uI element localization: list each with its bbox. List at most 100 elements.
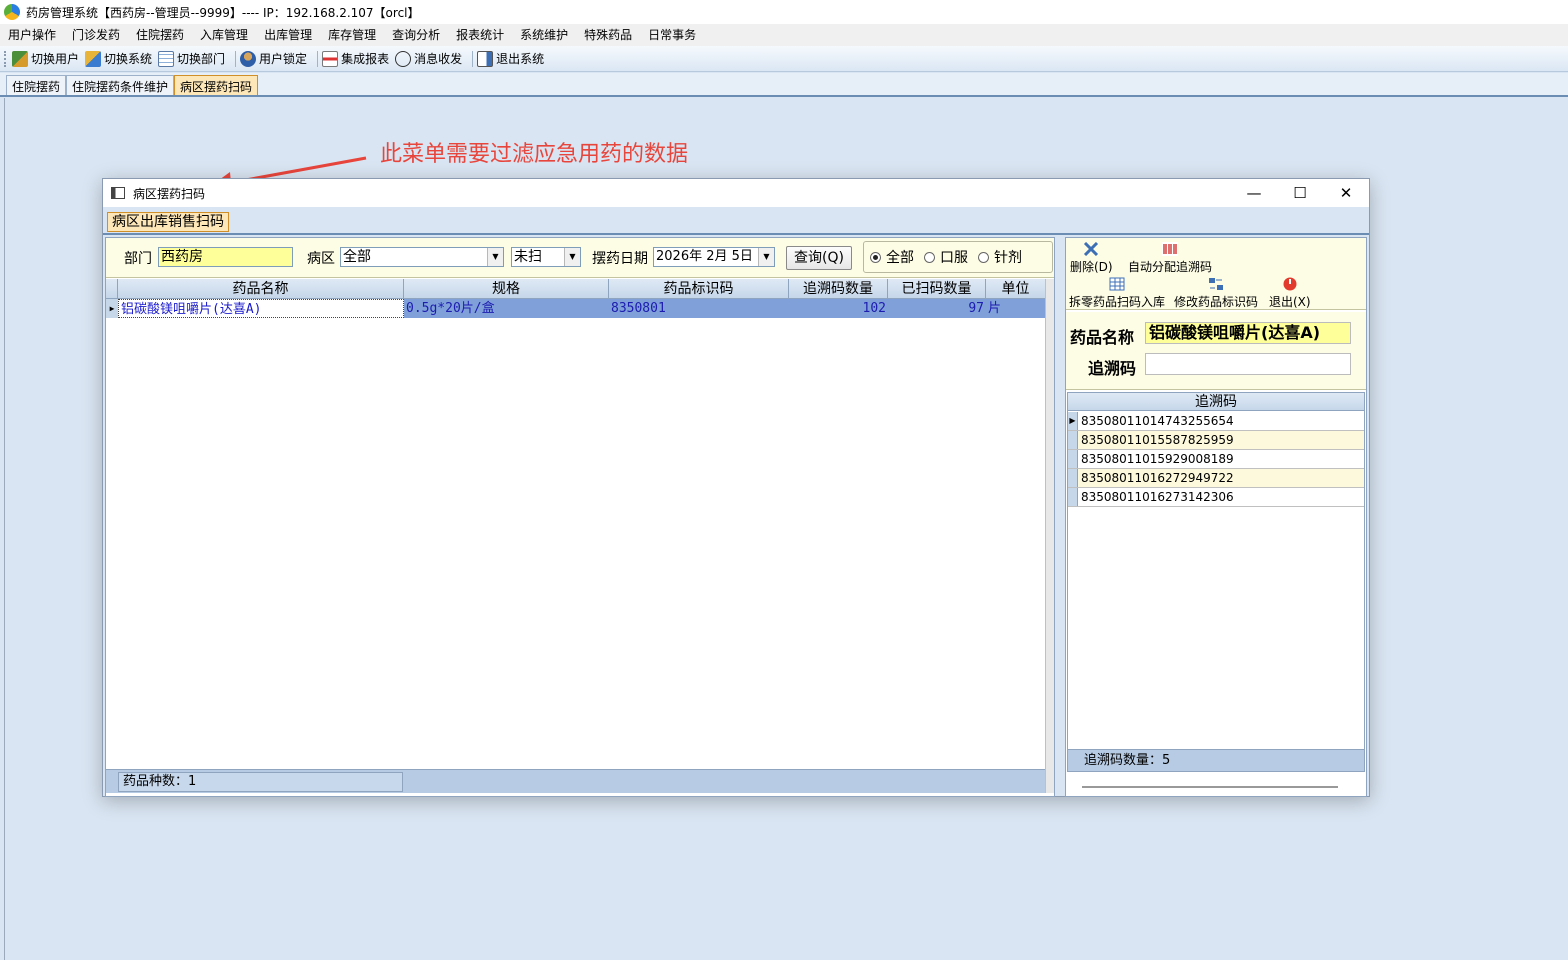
toolbar-separator xyxy=(317,50,319,67)
radio-injection[interactable]: 针剂 xyxy=(978,247,1022,267)
tab-ward-dispense-scan[interactable]: 病区摆药扫码 xyxy=(174,75,259,95)
edit-code-icon xyxy=(1209,278,1223,290)
exit-button[interactable]: 退出(X) xyxy=(1269,277,1311,310)
horizontal-scrollbar[interactable] xyxy=(1082,786,1338,788)
chevron-down-icon[interactable]: ▼ xyxy=(758,248,774,266)
tab-ward-outbound-scan[interactable]: 病区出库销售扫码 xyxy=(107,212,229,232)
integrated-report-button[interactable]: 集成报表 xyxy=(322,50,389,67)
split-scan-button[interactable]: 拆零药品扫码入库 xyxy=(1069,277,1165,310)
list-item[interactable]: ▶ 83508011014743255654 xyxy=(1068,412,1364,431)
menu-inventory[interactable]: 库存管理 xyxy=(320,24,384,46)
ward-select[interactable]: 全部 ▼ xyxy=(340,247,504,267)
menu-daily[interactable]: 日常事务 xyxy=(640,24,704,46)
drug-info-panel: 药品名称 铝碳酸镁咀嚼片(达喜A) 追溯码 xyxy=(1066,312,1366,390)
menu-special-drugs[interactable]: 特殊药品 xyxy=(576,24,640,46)
chevron-down-icon[interactable]: ▼ xyxy=(564,248,580,266)
row-pointer-icon: ▶ xyxy=(1068,412,1078,430)
delete-button[interactable]: 删除(D) xyxy=(1070,242,1113,275)
toolbar: 切换用户 切换系统 切换部门 用户锁定 集成报表 消息收发 退出系统 xyxy=(0,46,1568,72)
main-tabstrip: 住院摆药 住院摆药条件维护 病区摆药扫码 xyxy=(0,73,1568,97)
chevron-down-icon[interactable]: ▼ xyxy=(487,248,503,266)
col-spec[interactable]: 规格 xyxy=(404,279,609,299)
dept-label: 部门 xyxy=(124,251,152,267)
toolbar-separator xyxy=(472,50,474,67)
cell-unit[interactable]: 片 xyxy=(986,299,1046,318)
col-scanned-qty[interactable]: 已扫码数量 xyxy=(888,279,986,299)
menu-user-ops[interactable]: 用户操作 xyxy=(0,24,64,46)
menu-outpatient-dispense[interactable]: 门诊发药 xyxy=(64,24,128,46)
drug-name-field[interactable]: 铝碳酸镁咀嚼片(达喜A) xyxy=(1145,322,1351,344)
radio-dot-icon xyxy=(978,251,989,263)
barcode-icon xyxy=(1162,242,1178,256)
scan-status-select[interactable]: 未扫 ▼ xyxy=(511,247,581,267)
menu-reports[interactable]: 报表统计 xyxy=(448,24,512,46)
toolbar-grip[interactable] xyxy=(4,50,8,67)
table-row[interactable]: ▶ 铝碳酸镁咀嚼片(达喜A) 0.5g*20片/盒 8350801 102 97… xyxy=(106,299,1046,318)
power-icon xyxy=(1283,277,1297,291)
ward-label: 病区 xyxy=(307,251,335,267)
drug-count: 药品种数：1 xyxy=(118,772,403,792)
radio-dot-icon xyxy=(870,251,881,263)
trace-code-panel: 删除(D) 自动分配追溯码 拆零药品扫码入库 修改药品标识码 退出(X) 药品名… xyxy=(1065,237,1367,797)
trace-code-input[interactable] xyxy=(1145,353,1351,375)
row-indicator-header xyxy=(106,279,118,299)
tab-inpatient-dispense[interactable]: 住院摆药 xyxy=(6,75,67,95)
info-icon xyxy=(395,50,412,67)
menu-stock-out[interactable]: 出库管理 xyxy=(256,24,320,46)
messages-button[interactable]: 消息收发 xyxy=(395,50,462,67)
date-picker[interactable]: 2026年 2月 5日 ▼ xyxy=(653,247,775,267)
switch-user-button[interactable]: 切换用户 xyxy=(12,50,79,67)
query-button[interactable]: 查询(Q) xyxy=(786,246,852,270)
col-drug-name[interactable]: 药品名称 xyxy=(118,279,404,299)
drug-grid: 药品名称 规格 药品标识码 追溯码数量 已扫码数量 单位 ▶ 铝碳酸镁咀嚼片(达… xyxy=(106,279,1046,793)
menu-system[interactable]: 系统维护 xyxy=(512,24,576,46)
user-lock-icon xyxy=(240,50,257,67)
date-label: 摆药日期 xyxy=(592,251,648,267)
close-button[interactable]: ✕ xyxy=(1323,179,1369,207)
lock-user-button[interactable]: 用户锁定 xyxy=(240,50,307,67)
menu-query[interactable]: 查询分析 xyxy=(384,24,448,46)
row-indicator xyxy=(1068,450,1078,468)
report-icon xyxy=(322,50,339,67)
drug-name-label: 药品名称 xyxy=(1070,328,1135,347)
vertical-scrollbar[interactable] xyxy=(1045,279,1054,793)
trace-code-list: 追溯码 ▶ 83508011014743255654 8350801101558… xyxy=(1067,392,1365,772)
radio-all[interactable]: 全部 xyxy=(870,247,914,267)
window-title-bar[interactable]: 病区摆药扫码 — ☐ ✕ xyxy=(103,179,1369,207)
switch-dept-button[interactable]: 切换部门 xyxy=(158,50,225,67)
exit-system-button[interactable]: 退出系统 xyxy=(477,50,544,67)
cell-scanned-qty[interactable]: 97 xyxy=(888,299,986,318)
cell-spec[interactable]: 0.5g*20片/盒 xyxy=(404,299,609,318)
filter-bar: 部门 西药房 病区 全部 ▼ 未扫 ▼ 摆药日期 2026年 2月 5日 ▼ 查… xyxy=(106,238,1054,278)
menu-bar: 用户操作 门诊发药 住院摆药 入库管理 出库管理 库存管理 查询分析 报表统计 … xyxy=(0,24,1568,46)
window-icon xyxy=(111,187,125,199)
list-item[interactable]: 83508011016273142306 xyxy=(1068,488,1364,507)
list-item[interactable]: 83508011016272949722 xyxy=(1068,469,1364,488)
menu-inpatient-dispense[interactable]: 住院摆药 xyxy=(128,24,192,46)
row-indicator xyxy=(1068,469,1078,487)
col-drug-code[interactable]: 药品标识码 xyxy=(609,279,789,299)
cell-trace-qty[interactable]: 102 xyxy=(789,299,888,318)
delete-x-icon xyxy=(1084,242,1099,256)
trace-code-header[interactable]: 追溯码 xyxy=(1068,393,1364,411)
auto-assign-button[interactable]: 自动分配追溯码 xyxy=(1128,242,1212,275)
col-trace-qty[interactable]: 追溯码数量 xyxy=(789,279,888,299)
trace-code-label: 追溯码 xyxy=(1088,359,1137,378)
list-item[interactable]: 83508011015929008189 xyxy=(1068,450,1364,469)
dept-field[interactable]: 西药房 xyxy=(158,247,293,267)
radio-oral[interactable]: 口服 xyxy=(924,247,968,267)
cell-drug-name[interactable]: 铝碳酸镁咀嚼片(达喜A) xyxy=(118,299,404,318)
cell-drug-code[interactable]: 8350801 xyxy=(609,299,789,318)
row-indicator xyxy=(1068,488,1078,506)
tab-dispense-conditions[interactable]: 住院摆药条件维护 xyxy=(66,75,175,95)
app-title-bar: 药房管理系统【西药房--管理员--9999】---- IP：192.168.2.… xyxy=(0,0,1568,24)
maximize-button[interactable]: ☐ xyxy=(1277,179,1323,207)
exit-door-icon xyxy=(477,50,494,67)
modify-code-button[interactable]: 修改药品标识码 xyxy=(1174,277,1258,310)
subtab-divider xyxy=(103,233,1369,235)
menu-stock-in[interactable]: 入库管理 xyxy=(192,24,256,46)
minimize-button[interactable]: — xyxy=(1231,179,1277,207)
switch-system-button[interactable]: 切换系统 xyxy=(85,50,152,67)
col-unit[interactable]: 单位 xyxy=(986,279,1046,299)
list-item[interactable]: 83508011015587825959 xyxy=(1068,431,1364,450)
